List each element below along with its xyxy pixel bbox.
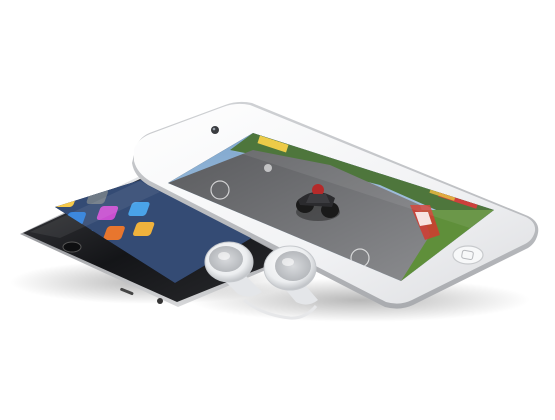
home-button bbox=[62, 241, 82, 253]
front-camera bbox=[211, 126, 219, 134]
messages-app-icon bbox=[0, 207, 21, 221]
home-button bbox=[452, 245, 484, 265]
hud-pause bbox=[264, 164, 272, 172]
product-photo-svg bbox=[0, 101, 539, 322]
earbud-grille bbox=[275, 251, 311, 281]
headphone-jack bbox=[157, 298, 163, 304]
product-photo bbox=[0, 0, 555, 420]
calendar-app-icon bbox=[26, 200, 49, 214]
